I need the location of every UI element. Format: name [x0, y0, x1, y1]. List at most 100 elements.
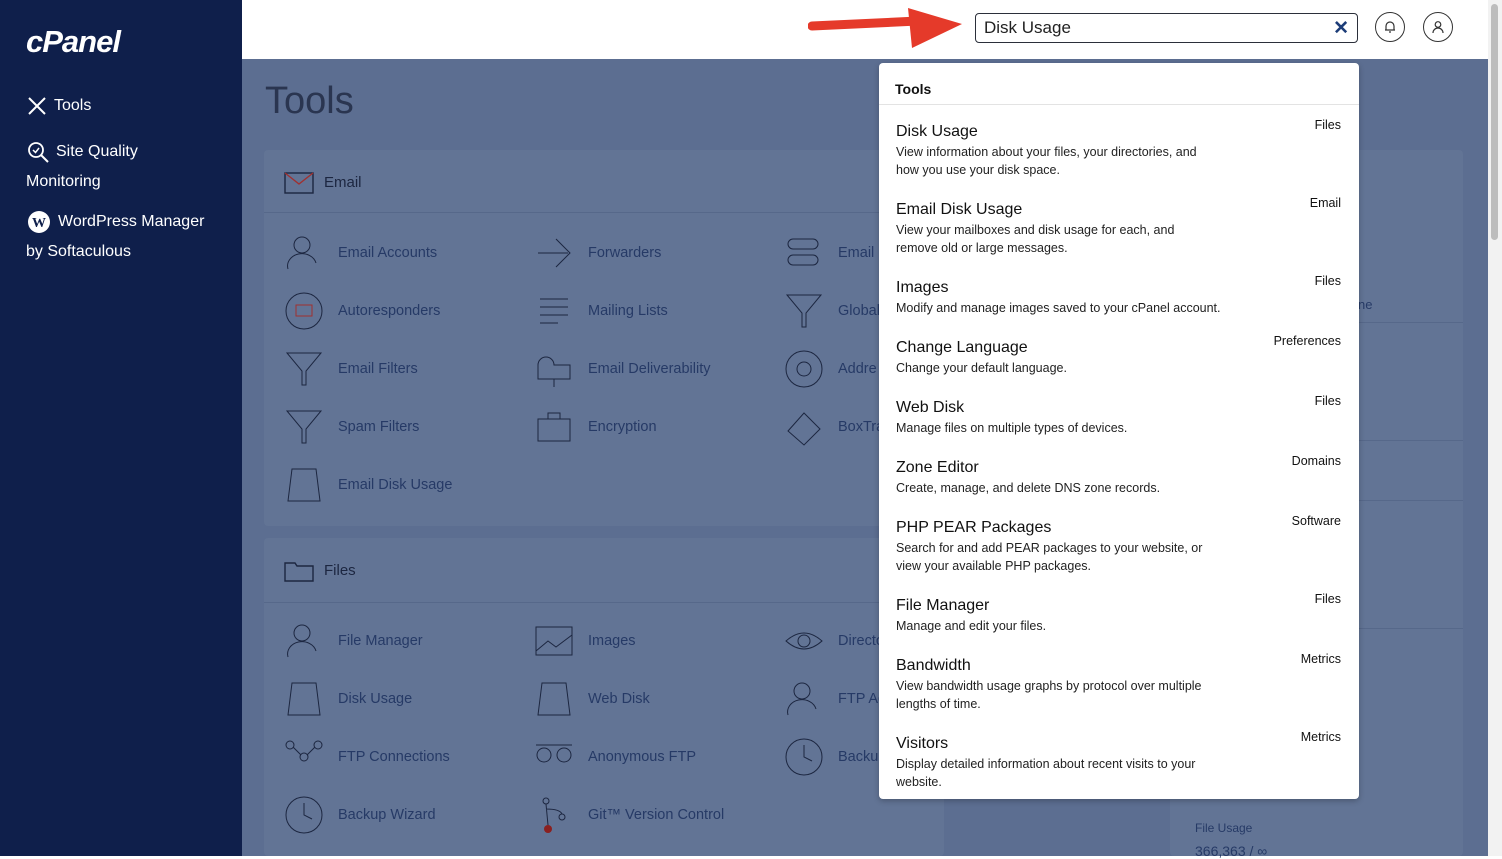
result-item[interactable]: PHP PEAR Packages Search for and add PEA…: [896, 514, 1341, 575]
funnel-globe-icon: [784, 291, 824, 331]
tool-file-manager[interactable]: File Manager: [284, 621, 423, 661]
tool-label: Anonymous FTP: [588, 749, 696, 765]
tool-label: Mailing Lists: [588, 303, 668, 319]
result-description: Display detailed information about recen…: [896, 757, 1196, 789]
tool-images[interactable]: Images: [534, 621, 636, 661]
envelope-icon: [284, 172, 314, 194]
tool-label: Autoresponders: [338, 303, 441, 319]
tool-label: Email Deliverability: [588, 361, 711, 377]
tool-web-disk[interactable]: Web Disk: [534, 679, 650, 719]
tool-disk-usage[interactable]: Disk Usage: [284, 679, 412, 719]
list-icon: [534, 291, 574, 331]
result-category: Files: [1314, 394, 1341, 408]
cpanel-logo[interactable]: cPanel: [26, 24, 121, 60]
glasses-icon: [534, 737, 574, 777]
user-icon: [1432, 21, 1444, 34]
result-item[interactable]: Web Disk Manage files on multiple types …: [896, 394, 1341, 437]
tool-label: Spam Filters: [338, 419, 420, 435]
email-section-header[interactable]: Email: [284, 172, 362, 194]
tool-email-filters[interactable]: Email Filters: [284, 349, 418, 389]
tool-boxtrapper[interactable]: BoxTra: [784, 407, 884, 447]
file-usage-label: File Usage: [1195, 821, 1253, 835]
search-field[interactable]: ✕: [975, 13, 1358, 43]
tool-spam-filters[interactable]: Spam Filters: [284, 407, 419, 447]
svg-text:W: W: [32, 216, 46, 231]
tool-label: Email: [838, 245, 875, 261]
clock-wand-icon: [284, 795, 324, 835]
user-ftp-icon: [784, 679, 824, 719]
page-scrollbar[interactable]: [1488, 0, 1502, 856]
result-category: Files: [1314, 274, 1341, 288]
tool-label: Backup Wizard: [338, 807, 436, 823]
divider: [264, 212, 944, 213]
tool-backup-wizard[interactable]: Backup Wizard: [284, 795, 436, 835]
divider: [264, 602, 944, 603]
sidebar-item-wordpress[interactable]: W WordPress Manager by Softaculous: [26, 207, 204, 267]
section-title: Email: [324, 173, 362, 191]
routing-icon: [784, 233, 824, 273]
page-title: Tools: [265, 80, 354, 122]
tool-global-filters[interactable]: Global: [784, 291, 880, 331]
tool-ftp-accounts[interactable]: FTP Ac: [784, 679, 885, 719]
tool-label: Git™ Version Control: [588, 807, 725, 823]
file-usage-value: 366,363 / ∞: [1195, 843, 1268, 859]
tool-label: Images: [588, 633, 636, 649]
result-item[interactable]: Images Modify and manage images saved to…: [896, 274, 1341, 317]
tool-email-disk-usage[interactable]: Email Disk Usage: [284, 465, 452, 505]
tool-directory-privacy[interactable]: Directo: [784, 621, 884, 661]
sidebar-item-label-line2: Monitoring: [26, 173, 101, 190]
sidebar-item-tools[interactable]: Tools: [26, 91, 91, 121]
search-results-dropdown: Tools Disk Usage View information about …: [879, 63, 1359, 799]
tool-email-deliverability[interactable]: Email Deliverability: [534, 349, 710, 389]
result-category: Software: [1291, 514, 1341, 528]
tool-encryption[interactable]: Encryption: [534, 407, 657, 447]
tool-label: File Manager: [338, 633, 423, 649]
result-title: Images: [896, 279, 949, 296]
tool-label: BoxTra: [838, 419, 885, 435]
tool-address-importer[interactable]: Addre: [784, 349, 877, 389]
result-item[interactable]: Change Language Change your default lang…: [896, 334, 1341, 377]
result-item[interactable]: Email Disk Usage View your mailboxes and…: [896, 196, 1341, 257]
tool-backup[interactable]: Backu: [784, 737, 878, 777]
tool-autoresponders[interactable]: Autoresponders: [284, 291, 440, 331]
tool-anonymous-ftp[interactable]: Anonymous FTP: [534, 737, 696, 777]
result-description: Modify and manage images saved to your c…: [896, 301, 1221, 315]
disk-icon: [284, 679, 324, 719]
scrollbar-thumb[interactable]: [1491, 4, 1498, 240]
external-link-fragment[interactable]: ne: [1358, 297, 1372, 312]
user-file-icon: [284, 621, 324, 661]
tool-label: Directo: [838, 633, 884, 649]
clear-search-icon[interactable]: ✕: [1333, 17, 1349, 40]
result-description: View bandwidth usage graphs by protocol …: [896, 679, 1202, 711]
sidebar-item-site-quality[interactable]: Site Quality Monitoring: [26, 137, 138, 197]
result-title: PHP PEAR Packages: [896, 519, 1052, 536]
result-item[interactable]: Visitors Display detailed information ab…: [896, 730, 1341, 791]
result-item[interactable]: Zone Editor Create, manage, and delete D…: [896, 454, 1341, 497]
tool-email-routing[interactable]: Email: [784, 233, 874, 273]
tool-label: Web Disk: [588, 691, 650, 707]
result-title: File Manager: [896, 597, 990, 614]
result-item[interactable]: File Manager Manage and edit your files.…: [896, 592, 1341, 635]
tool-forwarders[interactable]: Forwarders: [534, 233, 661, 273]
result-description: Change your default language.: [896, 361, 1067, 375]
result-category: Domains: [1291, 454, 1341, 468]
tool-label: Global: [838, 303, 880, 319]
result-description: Create, manage, and delete DNS zone reco…: [896, 481, 1161, 495]
tool-label: Email Disk Usage: [338, 477, 453, 493]
tool-ftp-connections[interactable]: FTP Connections: [284, 737, 450, 777]
result-item[interactable]: Disk Usage View information about your f…: [896, 118, 1341, 179]
notifications-button[interactable]: [1375, 12, 1405, 42]
result-category: Metrics: [1300, 652, 1341, 666]
user-menu-button[interactable]: [1423, 12, 1453, 42]
result-category: Preferences: [1273, 334, 1341, 348]
funnel-clock-icon: [284, 407, 324, 447]
tool-mailing-lists[interactable]: Mailing Lists: [534, 291, 668, 331]
sidebar: cPanel Tools Site Quality Monitoring W Wor…: [0, 0, 242, 856]
tool-git-version-control[interactable]: Git™ Version Control: [534, 795, 724, 835]
result-category: Files: [1314, 592, 1341, 606]
box-icon: [784, 407, 824, 447]
result-item[interactable]: Bandwidth View bandwidth usage graphs by…: [896, 652, 1341, 713]
search-input[interactable]: [984, 14, 1314, 42]
tool-email-accounts[interactable]: Email Accounts: [284, 233, 437, 273]
files-section-header[interactable]: Files: [284, 560, 356, 582]
